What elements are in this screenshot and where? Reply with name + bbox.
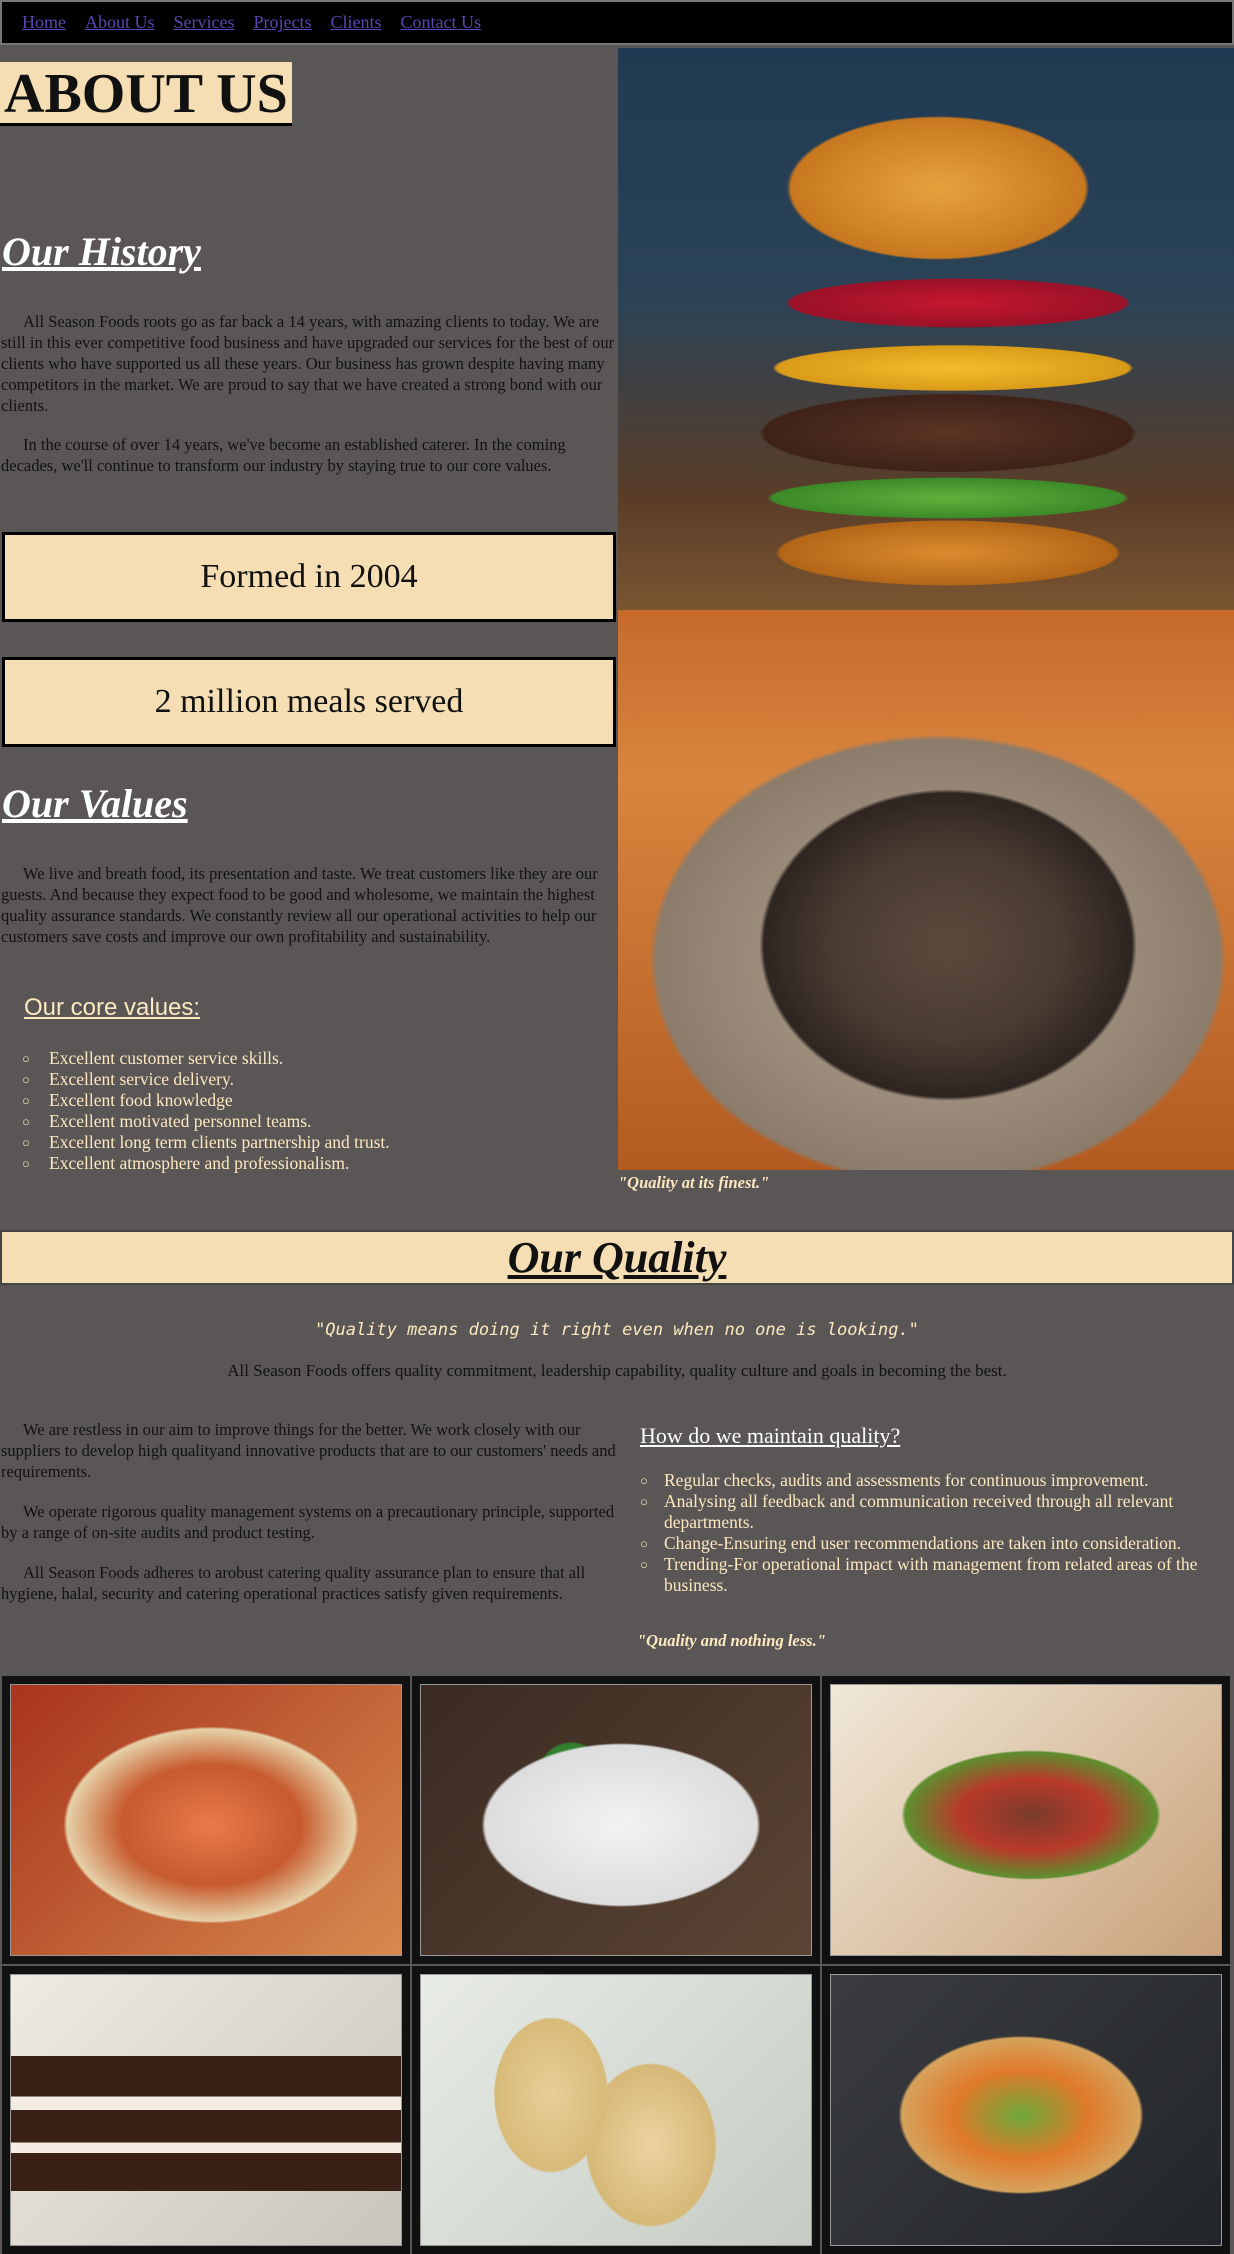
image-caption: "Quality at its finest." — [618, 1173, 770, 1192]
list-item: Excellent motivated personnel teams. — [0, 1111, 390, 1132]
sushi-image — [10, 1684, 402, 1956]
kebab-image — [830, 1684, 1222, 1956]
list-item: Change-Ensuring end user recommendations… — [640, 1533, 1230, 1554]
list-item: Excellent atmosphere and professionalism… — [0, 1153, 390, 1174]
stat-meals: 2 million meals served — [2, 657, 616, 747]
list-item: Excellent service delivery. — [0, 1069, 390, 1090]
quality-paragraph-1: We are restless in our aim to improve th… — [1, 1420, 616, 1481]
gallery-tile-salad — [822, 1966, 1230, 2254]
values-heading: Our Values — [2, 781, 188, 826]
pudding-image — [420, 1974, 812, 2246]
core-values-heading: Our core values: — [24, 994, 201, 1021]
stat-formed: Formed in 2004 — [2, 532, 616, 622]
gallery-tile-cake — [2, 1966, 410, 2254]
history-paragraph-1: All Season Foods roots go as far back a … — [1, 312, 615, 415]
cake-image — [10, 1974, 402, 2246]
gallery-tile-sushi — [2, 1676, 410, 1964]
quality-paragraph-3: All Season Foods adheres to arobust cate… — [1, 1563, 586, 1603]
history-heading: Our History — [2, 229, 201, 274]
quality-caption: "Quality and nothing less." — [637, 1631, 826, 1650]
nav-link-clients[interactable]: Clients — [331, 12, 382, 33]
maintain-list: Regular checks, audits and assessments f… — [640, 1470, 1230, 1596]
gallery-tile-pudding — [412, 1966, 820, 2254]
list-item: Trending-For operational impact with man… — [640, 1554, 1230, 1596]
quality-quote: "Quality means doing it right even when … — [315, 1320, 919, 1340]
page-title: ABOUT US — [0, 62, 292, 126]
quality-heading: Our Quality — [507, 1233, 727, 1282]
crown-roast-image — [618, 610, 1234, 1170]
quality-banner: Our Quality — [0, 1230, 1234, 1285]
nav-link-projects[interactable]: Projects — [254, 12, 312, 33]
nuggets-fries-image — [420, 1684, 812, 1956]
quality-intro: All Season Foods offers quality commitme… — [227, 1361, 1007, 1380]
burger-image — [618, 48, 1234, 610]
history-paragraph-2: In the course of over 14 years, we've be… — [1, 435, 566, 475]
list-item: Excellent long term clients partnership … — [0, 1132, 390, 1153]
gallery-tile-kebab — [822, 1676, 1230, 1964]
maintain-heading: How do we maintain quality? — [640, 1423, 901, 1448]
nav-link-about[interactable]: About Us — [85, 12, 155, 33]
gallery-tile-nuggets — [412, 1676, 820, 1964]
list-item: Excellent food knowledge — [0, 1090, 390, 1111]
core-values-list: Excellent customer service skills. Excel… — [0, 1048, 390, 1174]
nav-link-home[interactable]: Home — [22, 12, 66, 33]
list-item: Analysing all feedback and communication… — [640, 1491, 1230, 1533]
nav-link-contact[interactable]: Contact Us — [401, 12, 482, 33]
values-paragraph: We live and breath food, its presentatio… — [1, 864, 598, 946]
top-nav: Home About Us Services Projects Clients Conta… — [0, 0, 1234, 45]
nav-link-services[interactable]: Services — [174, 12, 235, 33]
list-item: Regular checks, audits and assessments f… — [640, 1470, 1230, 1491]
list-item: Excellent customer service skills. — [0, 1048, 390, 1069]
quality-paragraph-2: We operate rigorous quality management s… — [1, 1502, 615, 1542]
food-gallery — [0, 1675, 1234, 2254]
salad-image — [830, 1974, 1222, 2246]
